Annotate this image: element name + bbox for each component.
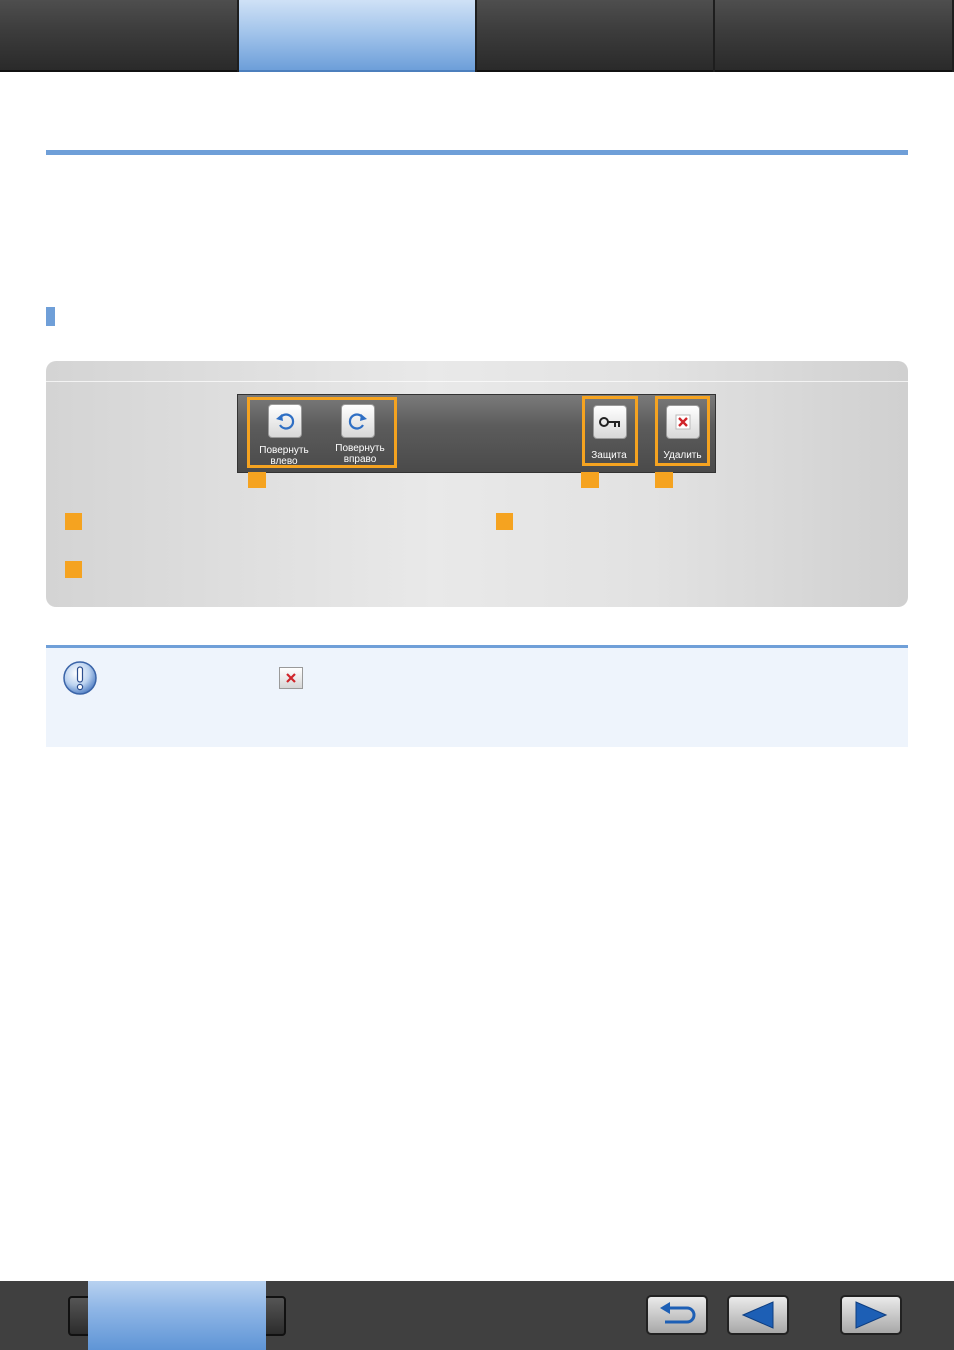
top-tab-4[interactable] <box>715 0 952 72</box>
rotate-ccw-icon <box>276 413 295 430</box>
protect-button[interactable] <box>593 405 627 439</box>
top-tab-2-active[interactable] <box>239 0 475 72</box>
callout-marker-1 <box>248 472 266 488</box>
close-icon <box>675 414 691 430</box>
protect-label: Защита <box>591 450 627 461</box>
triangle-right-icon <box>855 1301 888 1329</box>
key-icon <box>599 417 620 427</box>
back-button[interactable] <box>646 1295 708 1335</box>
rotate-right-label: Повернуть вправо <box>335 443 385 465</box>
legend-marker-2 <box>496 513 513 530</box>
next-page-button[interactable] <box>840 1295 902 1335</box>
rotate-left-button[interactable] <box>268 404 302 438</box>
delete-label: Удалить <box>663 450 702 461</box>
callout-marker-3 <box>655 472 673 488</box>
note-delete-button-icon <box>279 667 303 689</box>
legend-marker-1 <box>65 513 82 530</box>
section-heading-marker <box>46 307 55 326</box>
callout-marker-2 <box>581 472 599 488</box>
rotate-left-label: Повернуть влево <box>259 445 309 467</box>
top-tab-1[interactable] <box>0 0 237 72</box>
title-divider <box>46 150 908 155</box>
close-icon <box>286 673 296 683</box>
top-tab-bar <box>0 0 954 72</box>
note-box <box>46 645 908 747</box>
top-tab-3[interactable] <box>477 0 713 72</box>
exclamation-icon <box>63 661 97 695</box>
rotate-right-button[interactable] <box>341 404 375 438</box>
delete-button[interactable] <box>666 405 700 439</box>
return-arrow-icon <box>660 1302 696 1324</box>
panel-highlight-line <box>46 381 908 382</box>
bottom-tab-active[interactable] <box>88 1281 266 1350</box>
rotate-cw-icon <box>348 413 367 430</box>
previous-page-button[interactable] <box>727 1295 789 1335</box>
triangle-left-icon <box>741 1301 774 1329</box>
legend-marker-3 <box>65 561 82 578</box>
